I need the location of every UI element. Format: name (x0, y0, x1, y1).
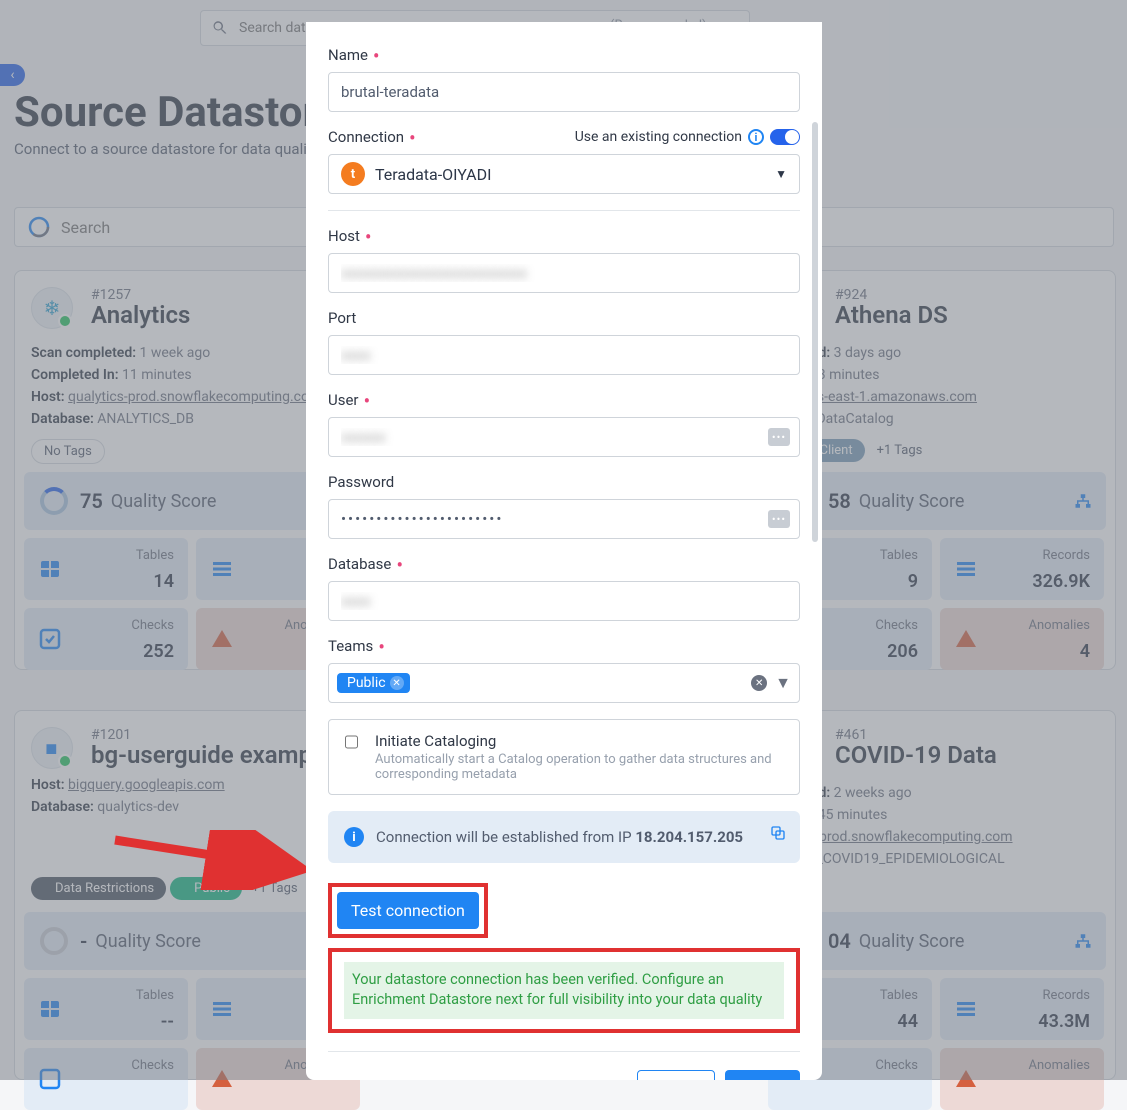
name-label: Name (328, 46, 800, 64)
host-input[interactable] (328, 253, 800, 293)
test-connection-highlight: Test connection (328, 883, 488, 938)
success-message: Your datastore connection has been verif… (344, 962, 784, 1019)
add-datastore-modal: Name Connection Use an existing connecti… (306, 22, 822, 1080)
host-label: Host (328, 227, 800, 245)
password-input[interactable] (328, 499, 800, 539)
team-chip-public[interactable]: Public✕ (337, 673, 410, 693)
port-label: Port (328, 309, 800, 327)
cataloging-checkbox[interactable] (345, 734, 358, 750)
teams-label: Teams (328, 637, 800, 655)
cataloging-title: Initiate Cataloging (375, 732, 787, 750)
password-label: Password (328, 473, 800, 491)
chevron-down-icon: ▼ (775, 673, 791, 693)
reveal-icon[interactable]: ••• (768, 428, 790, 446)
clear-icon[interactable]: ✕ (751, 675, 767, 691)
remove-chip-icon[interactable]: ✕ (390, 676, 404, 690)
copy-icon[interactable] (770, 825, 786, 845)
success-highlight: Your datastore connection has been verif… (328, 948, 800, 1033)
database-label: Database (328, 555, 800, 573)
finish-button[interactable]: Finish (637, 1070, 715, 1080)
name-input[interactable] (328, 72, 800, 112)
initiate-cataloging-option[interactable]: Initiate Cataloging Automatically start … (328, 719, 800, 795)
connection-value: Teradata-OIYADI (375, 165, 491, 184)
database-input[interactable] (328, 581, 800, 621)
info-icon[interactable]: i (748, 129, 764, 145)
use-existing-toggle[interactable] (770, 129, 800, 145)
user-input[interactable] (328, 417, 800, 457)
teams-select[interactable]: Public✕ ✕ ▼ (328, 663, 800, 703)
reveal-icon[interactable]: ••• (768, 510, 790, 528)
user-label: User (328, 391, 800, 409)
ip-info-banner: i Connection will be established from IP… (328, 811, 800, 863)
ip-text: Connection will be established from IP (376, 828, 635, 846)
connection-label: Connection (328, 128, 416, 146)
next-button[interactable]: Next (725, 1070, 800, 1080)
test-connection-button[interactable]: Test connection (337, 892, 479, 929)
cataloging-description: Automatically start a Catalog operation … (375, 752, 787, 782)
port-input[interactable] (328, 335, 800, 375)
connection-select[interactable]: t Teradata-OIYADI ▼ (328, 154, 800, 194)
use-existing-label: Use an existing connection (575, 129, 742, 145)
info-icon: i (344, 827, 364, 847)
ip-value: 18.204.157.205 (635, 828, 743, 846)
chevron-down-icon: ▼ (775, 167, 787, 181)
teradata-icon: t (341, 162, 365, 186)
